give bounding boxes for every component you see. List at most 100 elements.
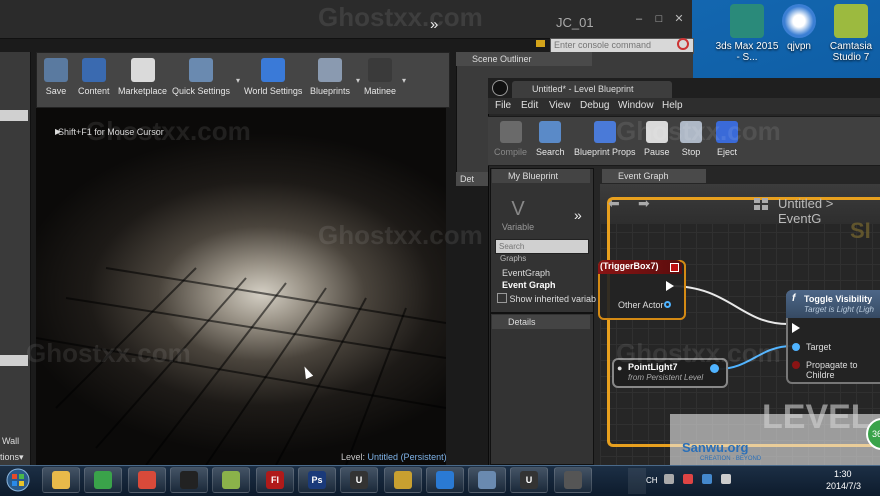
blueprint-compile-button[interactable]: Compile bbox=[494, 119, 527, 157]
taskbar-app-explorer[interactable] bbox=[42, 467, 80, 493]
minimize-button[interactable]: – bbox=[630, 12, 648, 26]
taskbar-app-unreal-editor[interactable]: U bbox=[510, 467, 548, 493]
unreal-icon: U bbox=[350, 471, 368, 489]
dropdown-arrow-icon[interactable]: ▾ bbox=[356, 76, 360, 85]
taskbar-app-calculator[interactable] bbox=[468, 467, 506, 493]
left-search-input[interactable] bbox=[0, 110, 28, 121]
dropdown-arrow-icon[interactable]: ▾ bbox=[402, 76, 406, 85]
propagate-pin[interactable] bbox=[792, 361, 800, 369]
menu-window[interactable]: Window bbox=[618, 100, 654, 111]
my-blueprint-overflow-button[interactable]: » bbox=[574, 207, 582, 223]
watermark: Ghostxx.com bbox=[26, 338, 191, 368]
blueprint-toolbar-label: Eject bbox=[716, 147, 737, 157]
graph-item-event-graph[interactable]: Event Graph bbox=[502, 280, 556, 290]
watermark: Ghostxx.com bbox=[616, 338, 781, 368]
blueprints-icon bbox=[318, 58, 343, 82]
viewport-floor bbox=[36, 267, 446, 465]
toolbar-button-label: Marketplace bbox=[118, 86, 168, 96]
language-indicator[interactable]: CH bbox=[646, 476, 658, 485]
tray-icon[interactable] bbox=[664, 474, 674, 484]
graph-item-eventgraph[interactable]: EventGraph bbox=[502, 268, 550, 278]
watermark: Ghostxx.com bbox=[318, 2, 483, 32]
blueprint-search-button[interactable]: Search bbox=[536, 119, 565, 157]
camtasia-icon bbox=[834, 4, 868, 38]
taskbar-app-ball-app[interactable] bbox=[384, 467, 422, 493]
desktop-icon-label: qjvpn bbox=[787, 41, 811, 52]
blueprint-props-icon bbox=[593, 121, 616, 143]
left-panel-options[interactable]: tions▾ bbox=[0, 452, 24, 463]
taskbar-app-photoshop[interactable]: Ps bbox=[298, 467, 336, 493]
taskbar-app-camtasia[interactable] bbox=[554, 467, 592, 493]
maximize-button[interactable]: □ bbox=[650, 12, 668, 26]
tab-event-graph[interactable]: Event Graph bbox=[602, 169, 706, 183]
desktop-icon-camtasia[interactable]: Camtasia Studio 7 bbox=[818, 0, 880, 63]
toolbar-button-quick-settings[interactable]: Quick Settings ▾ bbox=[172, 56, 240, 102]
marketplace-icon bbox=[130, 58, 155, 82]
add-variable-button[interactable]: V Variable bbox=[498, 196, 538, 234]
variable-icon: V bbox=[511, 198, 525, 220]
menu-file[interactable]: File bbox=[495, 100, 511, 111]
menu-help[interactable]: Help bbox=[662, 100, 683, 111]
no-entry-icon[interactable] bbox=[677, 38, 689, 50]
matinee-icon bbox=[368, 58, 393, 82]
other-actor-label: Other Actor bbox=[618, 300, 664, 310]
pointlight-node-subtitle: from Persistent Level bbox=[628, 373, 704, 382]
other-actor-pin[interactable] bbox=[664, 301, 671, 308]
tray-icon[interactable] bbox=[702, 474, 713, 484]
toolbar-button-blueprints[interactable]: Blueprints ▾ bbox=[310, 56, 360, 102]
left-search-input-2[interactable] bbox=[0, 355, 28, 366]
toolbar-button-world-settings[interactable]: World Settings bbox=[244, 56, 302, 102]
taskbar-app-chrome[interactable] bbox=[128, 467, 166, 493]
toolbar-button-content[interactable]: Content bbox=[78, 56, 110, 102]
taskbar-app-qq-app[interactable] bbox=[426, 467, 464, 493]
tab-scene-outliner[interactable]: Scene Outliner bbox=[456, 52, 592, 66]
show-inherited-checkbox[interactable]: Show inherited variab bbox=[497, 293, 596, 304]
taskbar-app-flash[interactable]: Fl bbox=[256, 467, 294, 493]
clock-time[interactable]: 1:30 bbox=[834, 469, 852, 479]
unity-like-icon bbox=[180, 471, 198, 489]
clock-date[interactable]: 2014/7/3 bbox=[826, 481, 861, 491]
blueprint-search-input[interactable] bbox=[496, 241, 576, 252]
menu-view[interactable]: View bbox=[549, 100, 571, 111]
graphs-header: Graphs bbox=[500, 254, 527, 263]
content-icon bbox=[81, 58, 106, 82]
exec-out-pin[interactable] bbox=[666, 281, 674, 291]
tab-my-blueprint[interactable]: My Blueprint bbox=[492, 169, 590, 183]
calculator-icon bbox=[478, 471, 496, 489]
volume-icon[interactable] bbox=[721, 474, 732, 484]
target-pin[interactable] bbox=[792, 343, 800, 351]
exec-in-pin[interactable] bbox=[792, 323, 800, 333]
watermark: Ghostxx.com bbox=[318, 220, 483, 250]
close-button[interactable]: ✕ bbox=[670, 12, 688, 26]
details-panel bbox=[490, 313, 594, 465]
level-overlay-text: LEVEL bbox=[762, 398, 872, 436]
quick-settings-icon bbox=[189, 58, 214, 82]
flash-icon: Fl bbox=[266, 471, 284, 489]
desktop-icon-label: Camtasia Studio 7 bbox=[829, 41, 873, 63]
qq-app-icon bbox=[436, 471, 454, 489]
taskbar-app-folder[interactable] bbox=[212, 467, 250, 493]
toolbar-button-save[interactable]: Save bbox=[44, 56, 68, 102]
blueprint-toolbar-label: Search bbox=[536, 147, 565, 157]
toggle-node-title: Toggle Visibility bbox=[804, 294, 873, 304]
dropdown-arrow-icon[interactable]: ▾ bbox=[236, 76, 240, 85]
menu-debug[interactable]: Debug bbox=[580, 100, 609, 111]
taskbar-app-browser-green[interactable] bbox=[84, 467, 122, 493]
taskbar-app-unreal[interactable]: U bbox=[340, 467, 378, 493]
toolbar-button-matinee[interactable]: Matinee ▾ bbox=[364, 56, 406, 102]
menu-edit[interactable]: Edit bbox=[521, 100, 538, 111]
taskbar-app-unity-like[interactable] bbox=[170, 467, 208, 493]
tab-details[interactable]: Details bbox=[492, 315, 590, 329]
tray-icon[interactable] bbox=[683, 474, 694, 484]
console-input[interactable] bbox=[551, 39, 675, 51]
taskbar-extra[interactable] bbox=[628, 468, 646, 494]
toolbar-button-label: Save bbox=[45, 86, 67, 96]
start-button[interactable] bbox=[0, 467, 36, 493]
blueprint-toolbar-label: Compile bbox=[494, 147, 528, 157]
blueprint-toolbar-label: Pause bbox=[644, 147, 670, 157]
toolbar-button-marketplace[interactable]: Marketplace bbox=[118, 56, 167, 102]
windows-logo-icon bbox=[12, 474, 17, 479]
toolbar-button-label: World Settings bbox=[244, 86, 303, 96]
blueprint-search-box bbox=[495, 239, 589, 254]
tab-level-blueprint[interactable]: Untitled* - Level Blueprint bbox=[512, 81, 672, 98]
